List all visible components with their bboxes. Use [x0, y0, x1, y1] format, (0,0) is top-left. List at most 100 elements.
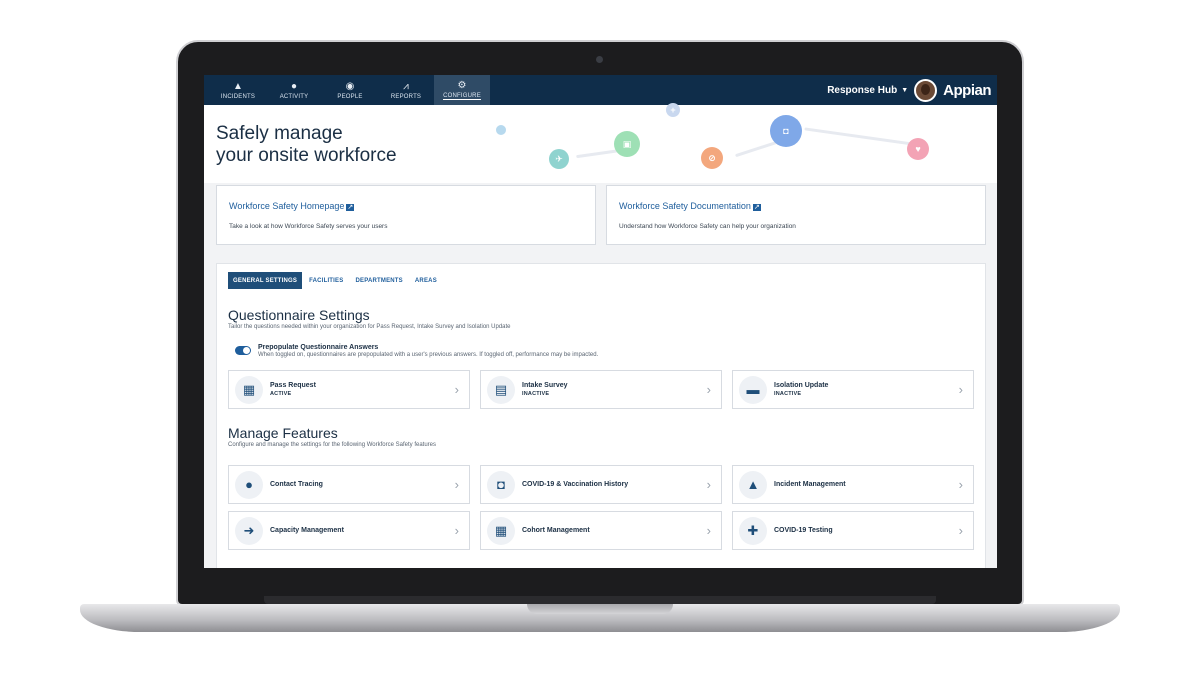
app-screen: ▲ INCIDENTS ● ACTIVITY ◉ PEOPLE ⩘ REPORT…: [204, 75, 997, 568]
top-nav: ▲ INCIDENTS ● ACTIVITY ◉ PEOPLE ⩘ REPORT…: [204, 75, 997, 105]
chevron-right-icon: ›: [706, 477, 711, 492]
tab-activity[interactable]: ● ACTIVITY: [266, 75, 322, 105]
card-label: Pass Request: [270, 382, 316, 389]
card-label: Capacity Management: [270, 527, 344, 534]
chevron-right-icon: ›: [706, 523, 711, 538]
tab-areas[interactable]: AREAS: [410, 272, 442, 289]
decor-dot: [496, 125, 506, 135]
plus-icon: +: [666, 103, 680, 117]
chevron-down-icon[interactable]: ▼: [901, 87, 908, 94]
external-link-icon[interactable]: ↗: [346, 204, 355, 211]
tab-label: INCIDENTS: [220, 93, 256, 100]
status-badge: ACTIVE: [270, 391, 292, 397]
nav-right: Response Hub ▼ Appian: [827, 75, 991, 105]
homepage-link[interactable]: Workforce Safety Homepage ↗: [229, 196, 583, 214]
document-icon: ▤: [487, 375, 515, 404]
tab-label: PEOPLE: [337, 93, 363, 100]
link-description: Understand how Workforce Safety can help…: [619, 223, 796, 230]
tab-general-settings[interactable]: GENERAL SETTINGS: [228, 272, 303, 289]
vaccination-history-card[interactable]: ◘ COVID-19 & Vaccination History ›: [480, 465, 722, 504]
card-label: Intake Survey: [522, 382, 568, 389]
prepopulate-toggle[interactable]: [235, 346, 251, 355]
laptop-hinge: [264, 596, 936, 604]
toggle-help-text: When toggled on, questionnaires are prep…: [258, 352, 599, 358]
settings-panel: GENERAL SETTINGS FACILITIES DEPARTMENTS …: [216, 263, 986, 568]
chevron-right-icon: ›: [958, 382, 963, 397]
site-switcher[interactable]: Response Hub: [827, 85, 897, 96]
link-description: Take a look at how Workforce Safety serv…: [229, 223, 388, 230]
link-title[interactable]: Workforce Safety Documentation: [619, 201, 751, 211]
tab-incidents[interactable]: ▲ INCIDENTS: [210, 75, 266, 105]
card-label: Cohort Management: [522, 527, 590, 534]
settings-tabs: GENERAL SETTINGS FACILITIES DEPARTMENTS …: [228, 272, 974, 289]
status-badge: INACTIVE: [774, 391, 802, 397]
tab-label: ACTIVITY: [279, 93, 309, 100]
medical-kit-icon: ✚: [739, 516, 767, 545]
cohort-management-card[interactable]: ▦ Cohort Management ›: [480, 511, 722, 550]
isolation-update-card[interactable]: ▬ Isolation Update INACTIVE ›: [732, 370, 974, 409]
decor-streak: [804, 127, 914, 146]
chat-bubbles-icon: ●: [235, 470, 263, 499]
questionnaire-settings-description: Tailor the questions needed within your …: [228, 324, 511, 330]
chevron-right-icon: ›: [454, 382, 459, 397]
prepopulate-setting: Prepopulate Questionnaire Answers When t…: [235, 344, 974, 358]
page-title-line-1: Safely manage: [216, 123, 343, 144]
chevron-right-icon: ›: [454, 523, 459, 538]
page-title: Safely manage your onsite workforce: [216, 123, 456, 167]
laptop-notch: [527, 604, 673, 614]
tab-reports[interactable]: ⩘ REPORTS: [378, 75, 434, 105]
chevron-right-icon: ›: [706, 382, 711, 397]
page-title-line-2: your onsite workforce: [216, 145, 397, 166]
gear-icon: ⚙: [457, 80, 467, 91]
toggle-label: Prepopulate Questionnaire Answers: [258, 344, 379, 351]
documentation-link-card: Workforce Safety Documentation ↗ Understa…: [606, 185, 986, 245]
questionnaire-grid: ▦ Pass Request ACTIVE › ▤ Intake Survey …: [228, 370, 974, 409]
tab-facilities[interactable]: FACILITIES: [304, 272, 348, 289]
status-badge: INACTIVE: [522, 391, 550, 397]
avatar[interactable]: [914, 78, 938, 102]
appian-logo: Appian: [943, 81, 991, 99]
documentation-link[interactable]: Workforce Safety Documentation ↗: [619, 196, 973, 214]
tab-label: CONFIGURE: [443, 93, 481, 100]
warning-icon: ▲: [739, 470, 767, 499]
manage-features-heading: Manage Features: [228, 425, 338, 441]
card-label: COVID-19 Testing: [774, 527, 833, 534]
chevron-right-icon: ›: [454, 477, 459, 492]
chat-icon: ●: [290, 80, 298, 92]
card-label: COVID-19 & Vaccination History: [522, 481, 629, 488]
capacity-management-card[interactable]: ➜ Capacity Management ›: [228, 511, 470, 550]
warning-icon: ▲: [233, 80, 243, 92]
plane-icon: ✈: [549, 149, 569, 169]
tab-people[interactable]: ◉ PEOPLE: [322, 75, 378, 105]
external-link-icon[interactable]: ↗: [752, 204, 761, 211]
pass-request-card[interactable]: ▦ Pass Request ACTIVE ›: [228, 370, 470, 409]
homepage-link-card: Workforce Safety Homepage ↗ Take a look a…: [216, 185, 596, 245]
incident-management-card[interactable]: ▲ Incident Management ›: [732, 465, 974, 504]
card-label: Incident Management: [774, 481, 846, 488]
covid-testing-card[interactable]: ✚ COVID-19 Testing ›: [732, 511, 974, 550]
features-grid: ● Contact Tracing › ◘ COVID-19 & Vaccina…: [228, 465, 974, 550]
tab-label: REPORTS: [390, 93, 422, 100]
card-label: Isolation Update: [774, 382, 829, 389]
lock-icon: ▣: [614, 131, 640, 157]
manage-features-description: Configure and manage the settings for th…: [228, 442, 437, 448]
tab-configure[interactable]: ⚙ CONFIGURE: [434, 75, 490, 105]
webcam: [596, 56, 603, 63]
tab-departments[interactable]: DEPARTMENTS: [350, 272, 407, 289]
person-icon: ◉: [345, 80, 355, 92]
chevron-right-icon: ›: [958, 523, 963, 538]
hero-banner: Safely manage your onsite workforce ✈ ▣ …: [204, 103, 997, 183]
qr-code-icon: ▦: [235, 375, 263, 404]
contact-tracing-card[interactable]: ● Contact Tracing ›: [228, 465, 470, 504]
chart-icon: ⩘: [403, 80, 409, 92]
bed-icon: ▬: [739, 375, 767, 404]
link-title[interactable]: Workforce Safety Homepage: [229, 201, 344, 211]
sign-in-icon: ➜: [235, 516, 263, 545]
shield-icon: ◘: [770, 115, 802, 147]
intake-survey-card[interactable]: ▤ Intake Survey INACTIVE ›: [480, 370, 722, 409]
heart-icon: ♥: [907, 138, 929, 160]
grid-icon: ▦: [487, 516, 515, 545]
questionnaire-settings-heading: Questionnaire Settings: [228, 307, 370, 323]
shield-icon: ◘: [487, 470, 515, 499]
card-label: Contact Tracing: [270, 481, 323, 488]
